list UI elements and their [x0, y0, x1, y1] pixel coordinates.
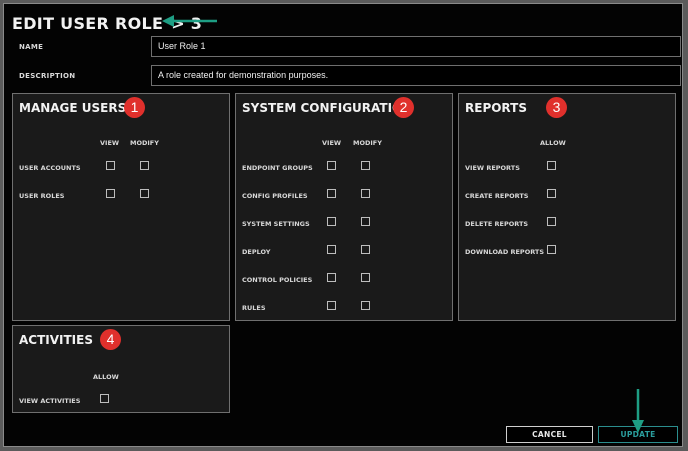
row-label-view-reports: VIEW REPORTS [465, 164, 520, 172]
column-header-view: VIEW [100, 139, 120, 147]
checkbox-control-policies-modify[interactable] [361, 273, 370, 282]
row-label-delete-reports: DELETE REPORTS [465, 220, 529, 228]
checkbox-user-roles-view[interactable] [106, 189, 115, 198]
checkbox-system-settings-modify[interactable] [361, 217, 370, 226]
row-label-user-roles: USER ROLES [19, 192, 65, 200]
checkbox-user-accounts-modify[interactable] [140, 161, 149, 170]
checkbox-deploy-modify[interactable] [361, 245, 370, 254]
step-badge: 3 [546, 97, 567, 118]
checkbox-delete-reports-allow[interactable] [547, 217, 556, 226]
checkbox-deploy-view[interactable] [327, 245, 336, 254]
description-label: DESCRIPTION [19, 72, 76, 80]
column-header-view: VIEW [322, 139, 342, 147]
checkbox-config-profiles-modify[interactable] [361, 189, 370, 198]
panel-title: ACTIVITIES [19, 333, 93, 347]
step-badge: 2 [393, 97, 414, 118]
panel-activities: ACTIVITIES 4 ALLOW VIEW ACTIVITIES [12, 325, 230, 413]
panel-system-configuration: SYSTEM CONFIGURATION 2 VIEW MODIFY ENDPO… [235, 93, 453, 321]
step-badge: 4 [100, 329, 121, 350]
column-header-allow: ALLOW [93, 373, 119, 381]
panel-title: REPORTS [465, 101, 527, 115]
checkbox-download-reports-allow[interactable] [547, 245, 556, 254]
row-label-endpoint-groups: ENDPOINT GROUPS [242, 164, 313, 172]
checkbox-create-reports-allow[interactable] [547, 189, 556, 198]
checkbox-view-activities-allow[interactable] [100, 394, 109, 403]
annotation-arrow-left-icon [162, 15, 217, 27]
row-label-control-policies: CONTROL POLICIES [242, 276, 313, 284]
column-header-modify: MODIFY [353, 139, 382, 147]
panel-title: SYSTEM CONFIGURATION [242, 101, 413, 115]
checkbox-control-policies-view[interactable] [327, 273, 336, 282]
panel-reports: REPORTS 3 ALLOW VIEW REPORTS CREATE REPO… [458, 93, 676, 321]
annotation-arrow-down-icon [632, 389, 644, 433]
row-label-create-reports: CREATE REPORTS [465, 192, 529, 200]
checkbox-config-profiles-view[interactable] [327, 189, 336, 198]
row-label-user-accounts: USER ACCOUNTS [19, 164, 81, 172]
dialog-title: EDIT USER ROLE [12, 13, 164, 33]
step-badge: 1 [124, 97, 145, 118]
checkbox-rules-modify[interactable] [361, 301, 370, 310]
checkbox-user-roles-modify[interactable] [140, 189, 149, 198]
checkbox-endpoint-groups-modify[interactable] [361, 161, 370, 170]
name-input[interactable]: User Role 1 [151, 36, 681, 57]
panel-title: MANAGE USERS [19, 101, 127, 115]
row-label-download-reports: DOWNLOAD REPORTS [465, 248, 545, 256]
edit-user-role-dialog: EDIT USER ROLE > 3 NAME User Role 1 DESC… [3, 3, 683, 447]
panel-manage-users: MANAGE USERS 1 VIEW MODIFY USER ACCOUNTS… [12, 93, 230, 321]
name-label: NAME [19, 43, 44, 51]
checkbox-system-settings-view[interactable] [327, 217, 336, 226]
row-label-system-settings: SYSTEM SETTINGS [242, 220, 310, 228]
row-label-rules: RULES [242, 304, 266, 312]
checkbox-endpoint-groups-view[interactable] [327, 161, 336, 170]
row-label-view-activities: VIEW ACTIVITIES [19, 397, 81, 405]
column-header-allow: ALLOW [540, 139, 566, 147]
row-label-config-profiles: CONFIG PROFILES [242, 192, 308, 200]
checkbox-user-accounts-view[interactable] [106, 161, 115, 170]
checkbox-rules-view[interactable] [327, 301, 336, 310]
row-label-deploy: DEPLOY [242, 248, 271, 256]
column-header-modify: MODIFY [130, 139, 159, 147]
cancel-button[interactable]: CANCEL [506, 426, 593, 443]
checkbox-view-reports-allow[interactable] [547, 161, 556, 170]
description-input[interactable]: A role created for demonstration purpose… [151, 65, 681, 86]
